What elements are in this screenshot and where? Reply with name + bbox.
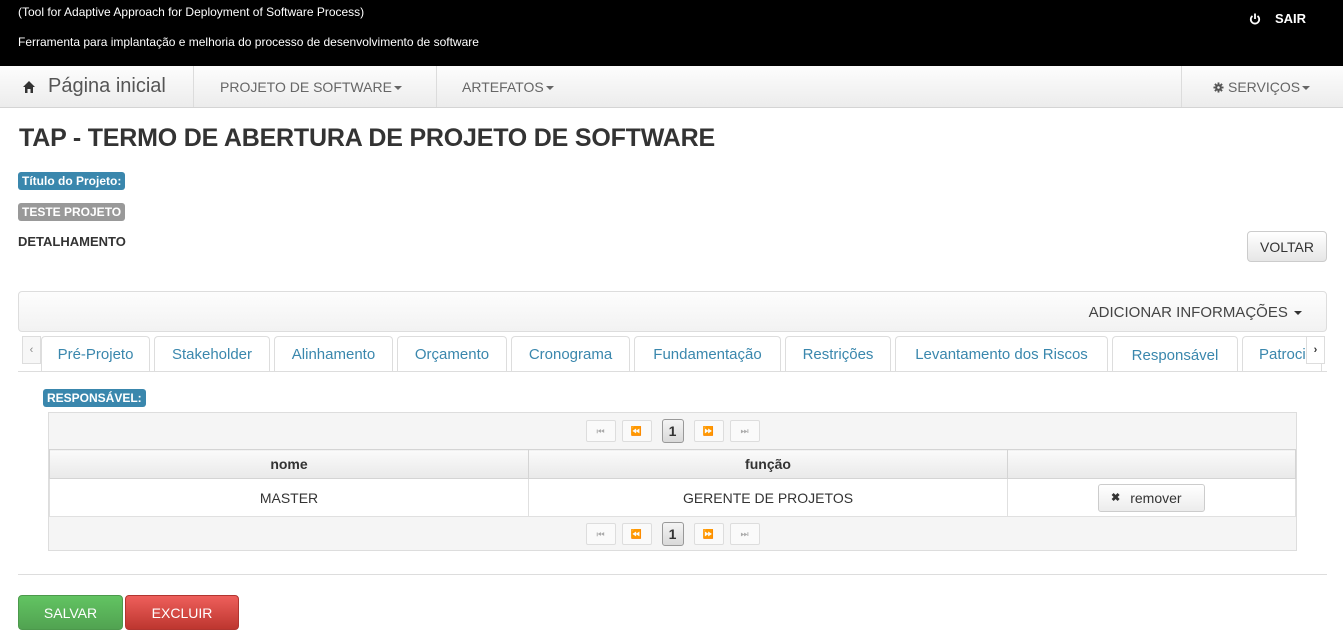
column-header-funcao[interactable]: função: [528, 449, 1008, 479]
nav-item-label: PROJETO DE SOFTWARE: [220, 79, 392, 95]
logout-label: SAIR: [1275, 11, 1307, 26]
tab-strip: ‹ Pré-Projeto Stakeholder Alinhamento Or…: [18, 336, 1327, 372]
nav-divider: [193, 66, 194, 107]
nav-item-servicos[interactable]: SERVIÇOS: [1213, 79, 1311, 95]
nav-item-label: ARTEFATOS: [462, 79, 544, 95]
last-page-button[interactable]: ⏭: [729, 523, 760, 545]
tab-alinhamento[interactable]: Alinhamento: [274, 336, 393, 371]
close-icon: ✖: [1111, 492, 1121, 504]
remove-button[interactable]: ✖ remover: [1098, 483, 1205, 512]
column-header-actions: [1007, 449, 1296, 479]
table-row: MASTER GERENTE DE PROJETOS ✖ remover: [49, 478, 1296, 517]
delete-button[interactable]: EXCLUIR: [125, 595, 239, 630]
project-name-badge: TESTE PROJETO: [18, 203, 126, 221]
tab-scroll-left-button[interactable]: ‹: [22, 336, 41, 364]
tab-cronograma[interactable]: Cronograma: [511, 336, 630, 371]
home-icon: [23, 80, 35, 93]
add-info-label: ADICIONAR INFORMAÇÕES: [1088, 304, 1288, 321]
app-subtitle-english: (Tool for Adaptive Approach for Deployme…: [18, 5, 365, 19]
responsavel-table-panel: ⏮ ⏪ 1 ⏩ ⏭ nome função MASTER GERENTE DE …: [48, 412, 1297, 551]
save-button[interactable]: SALVAR: [18, 595, 123, 630]
top-header: (Tool for Adaptive Approach for Deployme…: [0, 0, 1343, 66]
main-navbar: Página inicial PROJETO DE SOFTWARE ARTEF…: [0, 66, 1343, 108]
column-header-nome[interactable]: nome: [49, 449, 529, 479]
caret-down-icon: [545, 86, 554, 91]
first-page-button[interactable]: ⏮: [585, 523, 616, 545]
page-number-button[interactable]: 1: [661, 522, 684, 546]
tab-orcamento[interactable]: Orçamento: [397, 336, 507, 371]
gear-icon: [1213, 82, 1224, 93]
cell-nome: MASTER: [49, 478, 529, 517]
page-number-button[interactable]: 1: [661, 419, 684, 443]
nav-divider: [436, 66, 437, 107]
nav-item-artefatos[interactable]: ARTEFATOS: [462, 79, 554, 95]
logout-link[interactable]: SAIR: [1249, 11, 1306, 26]
table-header-row: nome função: [49, 449, 1296, 479]
next-page-button[interactable]: ⏩: [693, 523, 724, 545]
remove-label: remover: [1130, 489, 1182, 506]
prev-page-button[interactable]: ⏪: [621, 523, 652, 545]
last-page-button[interactable]: ⏭: [729, 420, 760, 442]
section-heading: DETALHAMENTO: [18, 234, 126, 249]
project-title-label: Título do Projeto:: [18, 172, 126, 190]
tab-levantamento-dos-riscos[interactable]: Levantamento dos Riscos: [895, 336, 1108, 371]
prev-page-button[interactable]: ⏪: [621, 420, 652, 442]
nav-item-label: SERVIÇOS: [1228, 79, 1301, 95]
responsavel-label: RESPONSÁVEL:: [43, 389, 146, 407]
nav-item-projeto-de-software[interactable]: PROJETO DE SOFTWARE: [220, 79, 402, 95]
next-page-button[interactable]: ⏩: [693, 420, 724, 442]
page-title: TAP - TERMO DE ABERTURA DE PROJETO DE SO…: [19, 124, 715, 152]
add-info-dropdown[interactable]: ADICIONAR INFORMAÇÕES: [1089, 304, 1302, 321]
tab-pre-projeto[interactable]: Pré-Projeto: [41, 336, 150, 371]
tab-restricoes[interactable]: Restrições: [785, 336, 891, 371]
tab-stakeholder[interactable]: Stakeholder: [154, 336, 270, 371]
tab-responsavel[interactable]: Responsável: [1112, 336, 1238, 371]
app-subtitle-portuguese: Ferramenta para implantação e melhoria d…: [18, 35, 479, 49]
caret-down-icon: [1302, 86, 1311, 91]
cell-funcao: GERENTE DE PROJETOS: [528, 478, 1008, 517]
power-icon: [1249, 13, 1261, 24]
footer-divider: [18, 574, 1327, 575]
caret-down-icon: [393, 86, 402, 91]
add-info-bar: ADICIONAR INFORMAÇÕES: [18, 291, 1327, 332]
cell-actions: ✖ remover: [1007, 478, 1296, 517]
nav-home-label: Página inicial: [48, 75, 166, 97]
caret-down-icon: [1294, 311, 1302, 316]
pager-top: ⏮ ⏪ 1 ⏩ ⏭: [49, 413, 1296, 449]
nav-home-link[interactable]: Página inicial: [22, 75, 166, 98]
tab-fundamentacao[interactable]: Fundamentação: [634, 336, 781, 371]
back-button[interactable]: VOLTAR: [1247, 231, 1327, 262]
nav-divider: [1181, 66, 1182, 107]
responsavel-table: nome função MASTER GERENTE DE PROJETOS ✖…: [49, 449, 1296, 517]
first-page-button[interactable]: ⏮: [585, 420, 616, 442]
tab-scroll-right-button[interactable]: ›: [1306, 336, 1325, 364]
pager-bottom: ⏮ ⏪ 1 ⏩ ⏭: [49, 516, 1296, 552]
